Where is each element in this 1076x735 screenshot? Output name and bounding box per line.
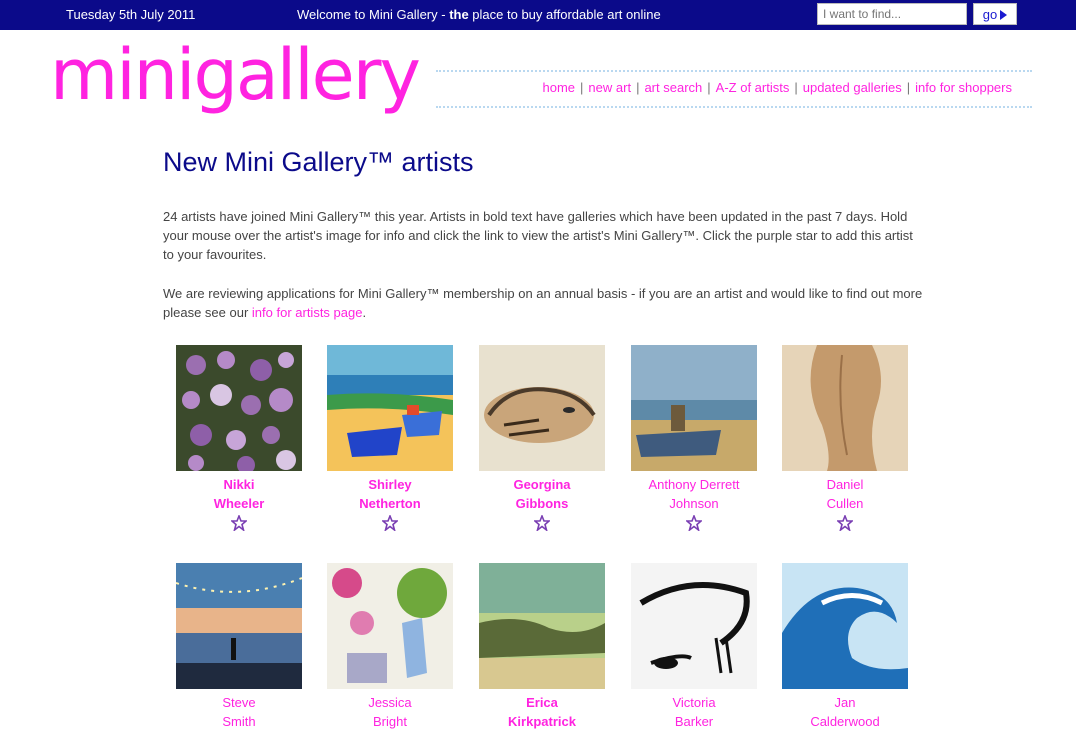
artist-first-name[interactable]: Erica xyxy=(526,695,558,710)
nav-info-for-shoppers[interactable]: info for shoppers xyxy=(915,80,1012,95)
artist-first-name[interactable]: Georgina xyxy=(513,477,570,492)
artist-name-link[interactable]: Anthony Derrett Johnson xyxy=(631,475,757,513)
nav-a-z-artists[interactable]: A-Z of artists xyxy=(716,80,790,95)
go-button[interactable]: go xyxy=(973,3,1017,25)
artist-last-name[interactable]: Smith xyxy=(222,714,255,729)
artist-card: Steve Smith xyxy=(176,563,302,731)
artist-first-name[interactable]: Anthony Derrett xyxy=(648,477,739,492)
page-title: New Mini Gallery™ artists xyxy=(163,147,474,177)
membership-period: . xyxy=(362,305,367,320)
artwork-thumbnail[interactable] xyxy=(479,563,605,689)
artist-last-name[interactable]: Bright xyxy=(373,714,407,729)
artist-last-name[interactable]: Johnson xyxy=(669,496,718,511)
artist-name-link[interactable]: Steve Smith xyxy=(176,693,302,731)
nav-home[interactable]: home xyxy=(543,80,576,95)
artist-name-link[interactable]: Victoria Barker xyxy=(631,693,757,731)
artist-last-name[interactable]: Kirkpatrick xyxy=(508,714,576,729)
play-arrow-icon xyxy=(1000,10,1008,21)
welcome-text-end: place to buy affordable art online xyxy=(468,7,661,22)
artist-name-link[interactable]: Nikki Wheeler xyxy=(176,475,302,513)
nav-separator: | xyxy=(580,80,584,95)
artist-last-name[interactable]: Cullen xyxy=(827,496,864,511)
welcome-message: Welcome to Mini Gallery - the place to b… xyxy=(297,7,661,22)
search-input[interactable] xyxy=(817,3,967,25)
artwork-thumbnail[interactable] xyxy=(631,563,757,689)
nav-separator: | xyxy=(636,80,640,95)
artist-last-name[interactable]: Gibbons xyxy=(516,496,569,511)
main-nav: home | new art | art search | A-Z of artists | u… xyxy=(436,70,1032,108)
artist-first-name[interactable]: Daniel xyxy=(827,477,864,492)
artist-first-name[interactable]: Shirley xyxy=(368,477,411,492)
artist-first-name[interactable]: Jan xyxy=(835,695,856,710)
nav-separator: | xyxy=(906,80,911,95)
artist-name-link[interactable]: Erica Kirkpatrick xyxy=(479,693,605,731)
artist-name-link[interactable]: Daniel Cullen xyxy=(782,475,908,513)
artist-card: Anthony Derrett Johnson xyxy=(631,345,757,531)
artwork-thumbnail[interactable] xyxy=(176,563,302,689)
artist-last-name[interactable]: Netherton xyxy=(359,496,420,511)
favourite-star-icon[interactable] xyxy=(382,515,398,531)
artwork-thumbnail[interactable] xyxy=(782,563,908,689)
artist-card: Georgina Gibbons xyxy=(479,345,605,531)
membership-text: We are reviewing applications for Mini G… xyxy=(163,284,923,322)
artist-card: Jan Calderwood xyxy=(782,563,908,731)
go-label: go xyxy=(982,6,998,22)
artist-name-link[interactable]: Jessica Bright xyxy=(327,693,453,731)
artist-card: Jessica Bright xyxy=(327,563,453,731)
artist-first-name[interactable]: Steve xyxy=(222,695,255,710)
artwork-thumbnail[interactable] xyxy=(479,345,605,471)
artist-card: Shirley Netherton xyxy=(327,345,453,531)
artist-first-name[interactable]: Nikki xyxy=(223,477,254,492)
artwork-thumbnail[interactable] xyxy=(327,563,453,689)
artist-last-name[interactable]: Calderwood xyxy=(810,714,879,729)
favourite-star-icon[interactable] xyxy=(231,515,247,531)
intro-text: 24 artists have joined Mini Gallery™ thi… xyxy=(163,209,913,262)
artist-card: Victoria Barker xyxy=(631,563,757,731)
artist-name-link[interactable]: Shirley Netherton xyxy=(327,475,453,513)
artist-name-link[interactable]: Jan Calderwood xyxy=(782,693,908,731)
artwork-thumbnail[interactable] xyxy=(176,345,302,471)
artwork-thumbnail[interactable] xyxy=(782,345,908,471)
top-bar: Tuesday 5th July 2011 Welcome to Mini Ga… xyxy=(0,0,1076,30)
current-date: Tuesday 5th July 2011 xyxy=(66,7,196,22)
site-logo[interactable]: minigallery xyxy=(50,40,421,110)
favourite-star-icon[interactable] xyxy=(686,515,702,531)
artist-name-link[interactable]: Georgina Gibbons xyxy=(479,475,605,513)
nav-updated-galleries[interactable]: updated galleries xyxy=(803,80,902,95)
info-for-artists-link[interactable]: info for artists page xyxy=(252,305,363,320)
nav-separator: | xyxy=(794,80,798,95)
artist-last-name[interactable]: Barker xyxy=(675,714,713,729)
artist-card: Nikki Wheeler xyxy=(176,345,302,531)
nav-separator: | xyxy=(707,80,711,95)
artwork-thumbnail[interactable] xyxy=(327,345,453,471)
favourite-star-icon[interactable] xyxy=(837,515,853,531)
artist-last-name[interactable]: Wheeler xyxy=(214,496,265,511)
artist-card: Erica Kirkpatrick xyxy=(479,563,605,731)
artist-card: Daniel Cullen xyxy=(782,345,908,531)
artist-first-name[interactable]: Victoria xyxy=(672,695,715,710)
artist-first-name[interactable]: Jessica xyxy=(368,695,411,710)
artwork-thumbnail[interactable] xyxy=(631,345,757,471)
welcome-emphasis: the xyxy=(449,7,469,22)
welcome-text: Welcome to Mini Gallery - xyxy=(297,7,450,22)
favourite-star-icon[interactable] xyxy=(534,515,550,531)
nav-new-art[interactable]: new art xyxy=(588,80,631,95)
nav-art-search[interactable]: art search xyxy=(644,80,702,95)
